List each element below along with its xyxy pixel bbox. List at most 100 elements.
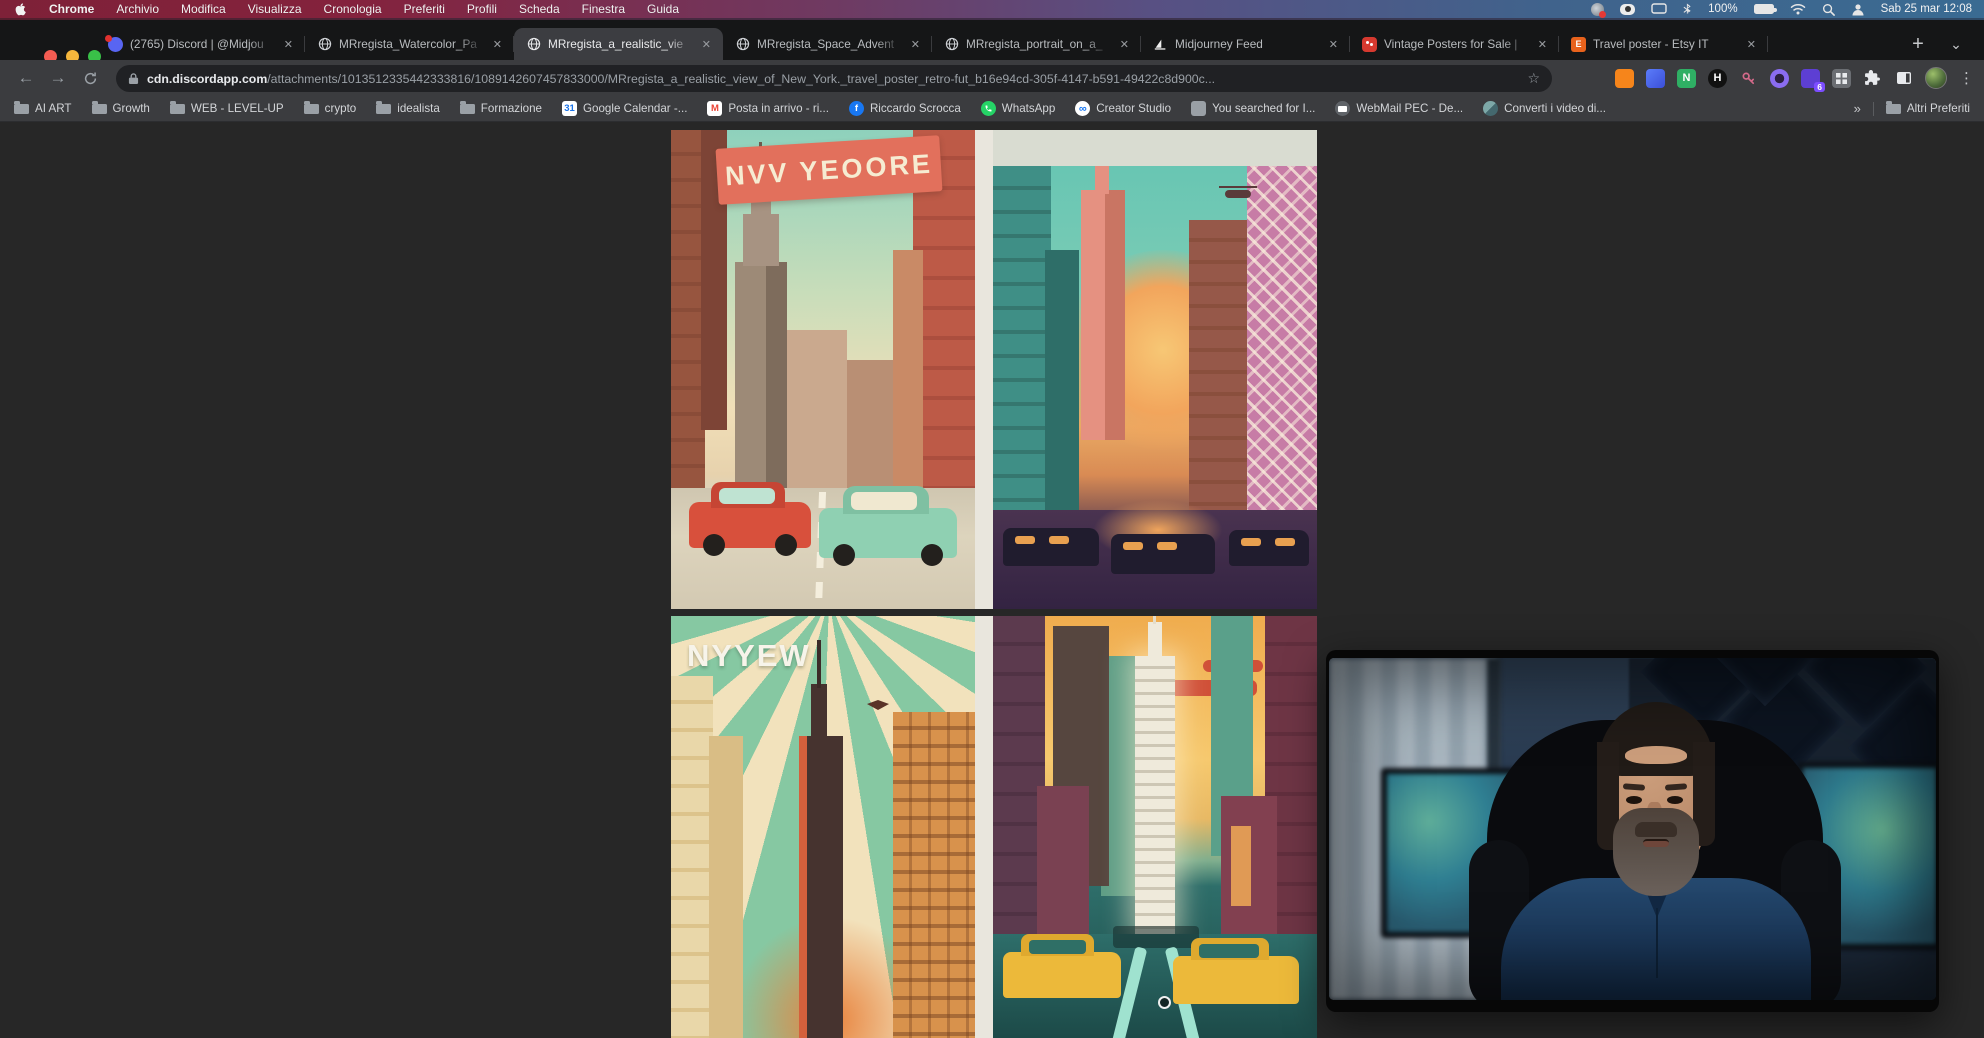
bookmark-google-calendar[interactable]: 31Google Calendar -... (562, 101, 687, 116)
bookmark-label: AI ART (35, 102, 72, 115)
bookmark-whatsapp[interactable]: WhatsApp (981, 101, 1056, 116)
tab-midjourney-feed[interactable]: Midjourney Feed ✕ (1141, 28, 1350, 60)
menubar-app-name[interactable]: Chrome (49, 2, 94, 16)
page-content: NVV YEOORE (0, 122, 1984, 1038)
bookmark-folder-crypto[interactable]: crypto (304, 102, 357, 115)
tab-discord[interactable]: (2765) Discord | @Midjou ✕ (96, 28, 305, 60)
chrome-tabstrip: (2765) Discord | @Midjou ✕ MRregista_Wat… (0, 18, 1984, 60)
empire-state-building (1081, 190, 1125, 440)
bookmark-gmail[interactable]: MPosta in arrivo - ri... (707, 101, 829, 116)
tab-search-chevron[interactable]: ⌄ (1942, 30, 1970, 58)
apple-menu-icon[interactable] (14, 2, 27, 16)
menubar-item-profili[interactable]: Profili (467, 2, 497, 16)
bookmark-converti-video[interactable]: Converti i video di... (1483, 101, 1606, 116)
blue-extension-icon[interactable] (1646, 69, 1665, 88)
reload-button[interactable] (74, 71, 106, 86)
tab-close-button[interactable]: ✕ (1536, 38, 1549, 51)
tab-realistic-view-active[interactable]: MRregista_a_realistic_vie ✕ (514, 28, 723, 60)
menubar-item-finestra[interactable]: Finestra (582, 2, 625, 16)
menubar-item-guida[interactable]: Guida (647, 2, 679, 16)
whatsapp-icon (981, 101, 996, 116)
bluetooth-icon[interactable] (1683, 2, 1692, 16)
building (993, 166, 1051, 526)
page-icon (1191, 101, 1206, 116)
n-extension-icon[interactable]: N (1677, 69, 1696, 88)
bookmark-creator-studio[interactable]: ∞Creator Studio (1075, 101, 1171, 116)
battery-icon (1754, 4, 1774, 14)
back-button[interactable]: ← (10, 68, 42, 88)
tab-close-button[interactable]: ✕ (1327, 38, 1340, 51)
grid-extension-icon[interactable] (1832, 69, 1851, 88)
helicopter (1225, 190, 1251, 198)
facebook-icon: f (849, 101, 864, 116)
chrome-menu-icon[interactable]: ⋮ (1959, 69, 1974, 87)
building (893, 250, 923, 500)
bookmark-label: Converti i video di... (1504, 102, 1606, 115)
menubar-item-preferiti[interactable]: Preferiti (404, 2, 445, 16)
tab-close-button[interactable]: ✕ (1118, 38, 1131, 51)
tab-close-button[interactable]: ✕ (491, 38, 504, 51)
bookmark-label: You searched for I... (1212, 102, 1315, 115)
purple-extension-icon[interactable]: 6 (1801, 69, 1820, 88)
bookmark-label: Posta in arrivo - ri... (728, 102, 829, 115)
key-extension-icon[interactable] (1739, 69, 1758, 88)
other-bookmarks-folder[interactable]: Altri Preferiti (1886, 102, 1970, 115)
bookmark-star-icon[interactable]: ☆ (1527, 70, 1540, 87)
display-icon[interactable] (1651, 2, 1667, 16)
metamask-extension-icon[interactable] (1615, 69, 1634, 88)
grid-row-gap (671, 609, 1317, 616)
menubar-clock[interactable]: Sab 25 mar 12:08 (1881, 3, 1972, 15)
tab-close-button[interactable]: ✕ (282, 38, 295, 51)
bookmark-folder-growth[interactable]: Growth (92, 102, 150, 115)
notification-app-icon[interactable] (1591, 3, 1604, 16)
tab-space-adventure[interactable]: MRregista_Space_Advent ✕ (723, 28, 932, 60)
bookmark-folder-idealista[interactable]: idealista (376, 102, 440, 115)
address-bar[interactable]: cdn.discordapp.com/attachments/101351233… (116, 65, 1552, 92)
tab-close-button[interactable]: ✕ (700, 38, 713, 51)
tab-close-button[interactable]: ✕ (909, 38, 922, 51)
user-menu-icon[interactable] (1851, 2, 1865, 16)
menubar-item-archivio[interactable]: Archivio (116, 2, 159, 16)
bookmark-webmail-pec[interactable]: WebMail PEC - De... (1335, 101, 1463, 116)
globe-favicon (735, 37, 750, 52)
bookmark-you-searched[interactable]: You searched for I... (1191, 101, 1315, 116)
browser-toolbar: ← → cdn.discordapp.com/attachments/10135… (0, 60, 1984, 96)
tab-vintage-posters[interactable]: Vintage Posters for Sale | ✕ (1350, 28, 1559, 60)
bookmark-label: WEB - LEVEL-UP (191, 102, 284, 115)
empire-state-building (1135, 656, 1175, 936)
menubar-item-modifica[interactable]: Modifica (181, 2, 226, 16)
building-sign (1231, 826, 1251, 906)
wifi-icon[interactable] (1790, 2, 1806, 16)
profile-avatar[interactable] (1925, 67, 1947, 89)
battery-percent: 100% (1708, 3, 1737, 15)
folder-icon (92, 104, 107, 114)
bookmark-label: Growth (113, 102, 150, 115)
forward-button[interactable]: → (42, 68, 74, 88)
bookmarks-overflow-chevron[interactable]: » (1854, 101, 1861, 116)
bookmark-folder-ai-art[interactable]: AI ART (14, 102, 72, 115)
tab-title: MRregista_portrait_on_a_ (966, 37, 1111, 51)
menubar-item-scheda[interactable]: Scheda (519, 2, 560, 16)
bookmark-facebook[interactable]: fRiccardo Scrocca (849, 101, 961, 116)
h-extension-icon[interactable]: H (1708, 69, 1727, 88)
tab-portrait[interactable]: MRregista_portrait_on_a_ ✕ (932, 28, 1141, 60)
tab-watercolor[interactable]: MRregista_Watercolor_Pa ✕ (305, 28, 514, 60)
tab-close-button[interactable]: ✕ (1745, 38, 1758, 51)
vignette (1329, 658, 1936, 1000)
tab-title: Midjourney Feed (1175, 37, 1320, 51)
extensions-puzzle-icon[interactable] (1863, 69, 1882, 88)
bookmark-folder-web-levelup[interactable]: WEB - LEVEL-UP (170, 102, 284, 115)
donut-extension-icon[interactable] (1770, 69, 1789, 88)
globe-favicon (944, 37, 959, 52)
spotlight-search-icon[interactable] (1822, 2, 1835, 16)
webcam-video (1329, 658, 1936, 1000)
record-status-icon[interactable] (1620, 4, 1635, 15)
menubar-item-visualizza[interactable]: Visualizza (248, 2, 302, 16)
car-silhouette (1003, 528, 1099, 566)
tab-etsy[interactable]: E Travel poster - Etsy IT ✕ (1559, 28, 1768, 60)
sidebar-icon[interactable] (1894, 69, 1913, 88)
new-tab-button[interactable]: + (1904, 30, 1932, 58)
menubar-item-cronologia[interactable]: Cronologia (324, 2, 382, 16)
bookmark-folder-formazione[interactable]: Formazione (460, 102, 542, 115)
poster-title-text: NYYEW (687, 638, 811, 674)
